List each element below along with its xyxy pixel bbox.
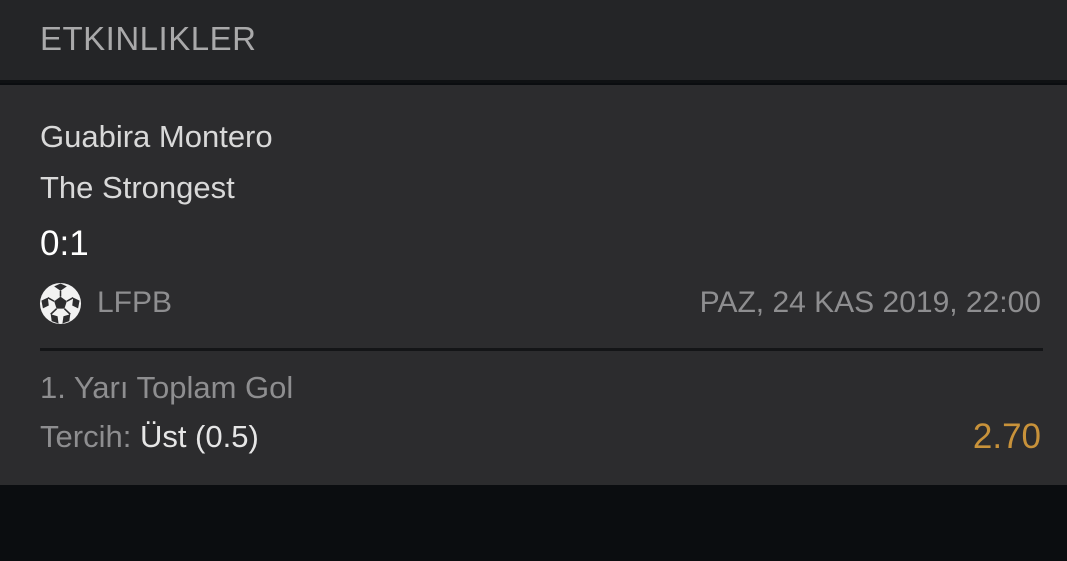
- selection-label: Tercih:: [40, 419, 132, 454]
- section-header: ETKINLIKLER: [0, 0, 1067, 83]
- page: ETKINLIKLER Guabira Montero The Stronges…: [0, 0, 1067, 561]
- odds-value: 2.70: [972, 417, 1041, 456]
- selection: Tercih: Üst (0.5): [40, 419, 259, 455]
- selection-value: Üst (0.5): [139, 419, 259, 454]
- home-team-name: Guabira Montero: [40, 119, 273, 154]
- match-score: 0:1: [40, 224, 89, 263]
- divider: [40, 348, 1043, 351]
- league-name: LFPB: [97, 286, 173, 319]
- market-name: 1. Yarı Toplam Gol: [40, 370, 294, 405]
- soccer-ball-icon: [39, 282, 82, 325]
- section-title: ETKINLIKLER: [40, 20, 257, 57]
- event-card[interactable]: Guabira Montero The Strongest 0:1 LFPB P…: [0, 85, 1067, 485]
- event-datetime: PAZ, 24 KAS 2019, 22:00: [699, 286, 1041, 319]
- away-team-name: The Strongest: [40, 170, 235, 205]
